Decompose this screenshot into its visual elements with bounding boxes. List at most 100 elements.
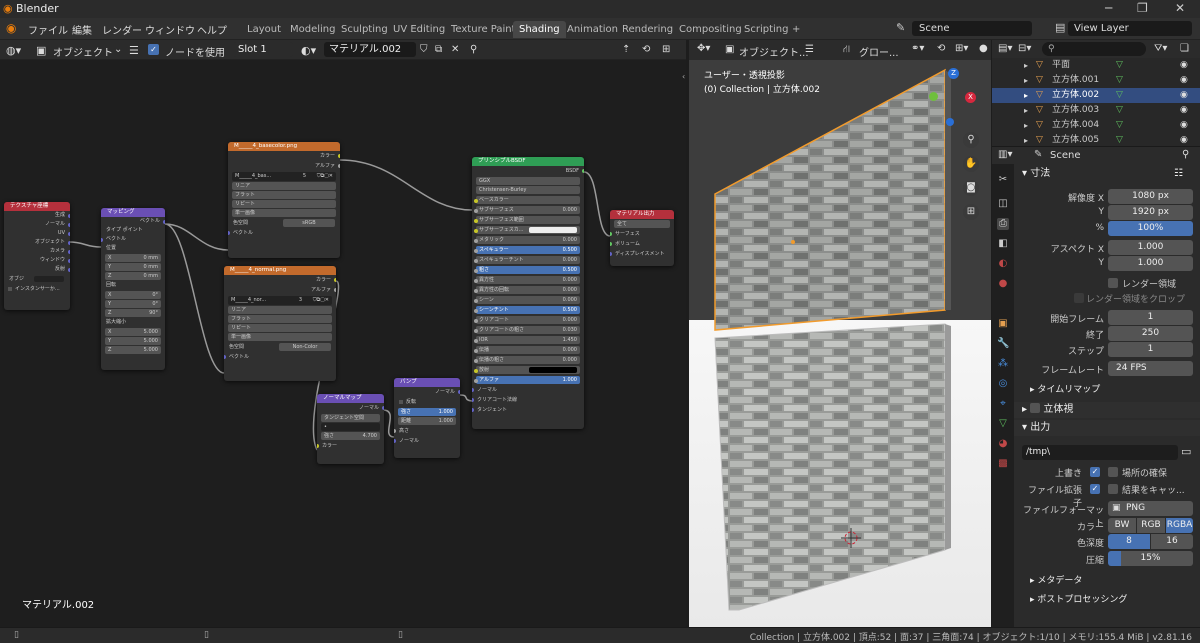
scale-y-field[interactable]: Y 5.000 <box>105 337 161 345</box>
bsdf-input-row[interactable]: クリアコート法線 <box>472 395 584 405</box>
output-panel-header[interactable]: ▾ 出力 <box>1014 420 1200 436</box>
eye-icon[interactable]: ◉ <box>1180 103 1188 118</box>
mesh-data-icon[interactable]: ▽ <box>1116 58 1123 73</box>
minimize-button[interactable]: ─ <box>1105 1 1112 15</box>
maximize-button[interactable]: ❐ <box>1137 1 1148 15</box>
outliner-row[interactable]: ▸ ▽ 平面 ▽ ◉ <box>992 58 1200 73</box>
node-normal-map[interactable]: ノーマルマップ ノーマル タンジェント空間 • 強さ 4.700 カラー <box>317 394 384 464</box>
stereoscopy-checkbox[interactable] <box>1030 403 1041 413</box>
output-tab-icon[interactable]: ⎙ <box>997 218 1009 230</box>
eye-icon[interactable]: ◉ <box>1180 58 1188 73</box>
material-tab-icon[interactable]: ◕ <box>997 438 1009 450</box>
pin-icon[interactable]: ⚲ <box>1182 149 1189 160</box>
rot-x-field[interactable]: X 0° <box>105 291 161 299</box>
input-socket[interactable] <box>474 209 478 213</box>
render-tab-icon[interactable]: ◫ <box>997 198 1009 210</box>
filter-icon[interactable]: ⛛▾ <box>1154 43 1167 54</box>
projection-dropdown[interactable]: フラット <box>228 315 332 323</box>
mesh-data-icon[interactable]: ▽ <box>1116 88 1123 103</box>
expand-icon[interactable]: ▸ <box>1024 58 1028 73</box>
scene-icon[interactable]: ✎ <box>896 21 905 34</box>
input-socket[interactable] <box>474 249 478 253</box>
data-tab-icon[interactable]: ▽ <box>997 418 1009 430</box>
output-socket[interactable] <box>334 278 336 282</box>
frame-start-field[interactable]: 1 <box>1108 310 1193 325</box>
new-collection-icon[interactable]: ❏ <box>1180 43 1189 54</box>
mesh-data-icon[interactable]: ▽ <box>1116 103 1123 118</box>
zoom-icon[interactable]: ⚲ <box>963 132 979 148</box>
expand-icon[interactable]: ▸ <box>1024 88 1028 103</box>
input-socket[interactable] <box>394 439 396 443</box>
add-workspace-button[interactable]: + <box>786 21 806 38</box>
output-socket[interactable] <box>382 406 384 410</box>
input-socket[interactable] <box>472 408 474 412</box>
input-socket[interactable] <box>474 349 478 353</box>
bsdf-input-row[interactable]: 粗さ 0.500 <box>474 266 580 274</box>
input-socket[interactable] <box>474 219 478 223</box>
colorspace-dropdown[interactable]: Non-Color <box>279 343 331 351</box>
input-socket[interactable] <box>472 388 474 392</box>
node-mapping[interactable]: マッピング ベクトル タイプ ポイント ベクトル 位置 X0 mm Y0 mm … <box>101 208 165 370</box>
loc-y-field[interactable]: Y0 mm <box>105 263 161 271</box>
output-socket[interactable] <box>68 259 70 263</box>
scale-x-field[interactable]: X 5.000 <box>105 328 161 336</box>
distribution-dropdown[interactable]: GGX <box>476 177 580 185</box>
outliner-row[interactable]: ▸ ▽ 立方体.005 ▽ ◉ <box>992 133 1200 146</box>
bump-strength-field[interactable]: 強さ 1.000 <box>398 408 456 416</box>
gizmo-z-axis[interactable]: Z <box>948 68 959 79</box>
dimensions-panel-header[interactable]: ▾ 寸法 ☷ <box>1014 166 1200 182</box>
editor-type-icon[interactable]: ▥▾ <box>998 149 1012 160</box>
bsdf-input-row[interactable]: アルファ 1.000 <box>474 376 580 384</box>
view-layer-selector[interactable]: View Layer <box>1068 21 1192 36</box>
frame-step-field[interactable]: 1 <box>1108 342 1193 357</box>
mesh-data-icon[interactable]: ▽ <box>1116 118 1123 133</box>
gizmo-x-axis[interactable]: X <box>965 92 976 103</box>
world-tab-icon[interactable]: ● <box>997 278 1009 290</box>
loc-z-field[interactable]: Z0 mm <box>105 272 161 280</box>
display-mode-icon[interactable]: ⊟▾ <box>1018 43 1031 54</box>
viewport-menu-icon[interactable]: ☰ <box>805 44 814 55</box>
editor-type-icon[interactable]: ▤▾ <box>998 43 1012 54</box>
particles-tab-icon[interactable]: ⁂ <box>997 358 1009 370</box>
input-socket[interactable] <box>472 398 474 402</box>
constraints-tab-icon[interactable]: ⌖ <box>997 398 1009 410</box>
res-y-field[interactable]: 1920 px <box>1108 205 1193 220</box>
snap-icon[interactable]: ⟲ <box>937 43 945 54</box>
color-bw-button[interactable]: BW <box>1108 518 1136 533</box>
expand-icon[interactable]: ▸ <box>1024 73 1028 88</box>
physics-tab-icon[interactable]: ◎ <box>997 378 1009 390</box>
bsdf-input-row[interactable]: クリアコート 0.000 <box>474 316 580 324</box>
output-socket[interactable] <box>68 232 70 236</box>
input-socket[interactable] <box>474 229 478 233</box>
object-tab-icon[interactable]: ▣ <box>997 318 1009 330</box>
tab-sculpting[interactable]: Sculpting <box>335 21 394 38</box>
output-socket[interactable] <box>458 390 460 394</box>
tab-rendering[interactable]: Rendering <box>616 21 679 38</box>
outliner-row[interactable]: ▸ ▽ 立方体.003 ▽ ◉ <box>992 103 1200 118</box>
image-selector[interactable]: M_____4_nor... 3 ⛉⧉▢✕ <box>228 296 332 305</box>
subsurface-method-dropdown[interactable]: Christensen-Burley <box>476 186 580 194</box>
res-percent-slider[interactable]: 100% <box>1108 221 1193 236</box>
source-dropdown[interactable]: 単一画像 <box>228 333 332 341</box>
expand-icon[interactable]: ▸ <box>1024 118 1028 133</box>
instancer-checkbox[interactable] <box>8 287 12 291</box>
bsdf-input-row[interactable]: メタリック 0.000 <box>474 236 580 244</box>
mesh-data-icon[interactable]: ▽ <box>1116 133 1123 146</box>
frame-end-field[interactable]: 250 <box>1108 326 1193 341</box>
presets-icon[interactable]: ☷ <box>1174 166 1183 182</box>
aspect-x-field[interactable]: 1.000 <box>1108 240 1193 255</box>
scene-selector[interactable]: Scene <box>912 21 1032 36</box>
render-region-checkbox[interactable] <box>1108 278 1118 288</box>
output-socket[interactable] <box>68 214 70 218</box>
input-socket[interactable] <box>474 339 478 343</box>
texture-tab-icon[interactable]: ▩ <box>997 458 1009 470</box>
bsdf-input-row[interactable]: シーンチント 0.500 <box>474 306 580 314</box>
space-dropdown[interactable]: タンジェント空間 <box>321 414 380 422</box>
color-swatch[interactable] <box>529 227 577 233</box>
input-socket[interactable] <box>474 259 478 263</box>
bsdf-input-row[interactable]: ノーマル <box>472 385 584 395</box>
menu-render[interactable]: レンダー <box>102 22 142 37</box>
input-socket[interactable] <box>610 232 612 236</box>
close-button[interactable]: ✕ <box>1175 1 1185 15</box>
output-socket[interactable] <box>68 241 70 245</box>
